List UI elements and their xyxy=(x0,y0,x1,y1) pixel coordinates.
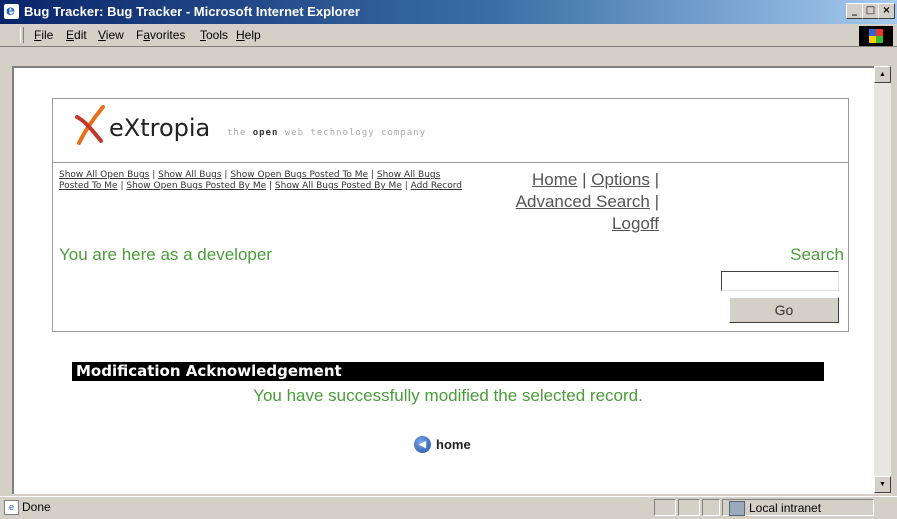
minimize-button[interactable]: _ xyxy=(846,3,863,19)
security-zone-label: Local intranet xyxy=(749,501,822,515)
extropia-x-logo-icon xyxy=(75,105,105,145)
menu-edit[interactable]: Edit xyxy=(66,28,87,42)
logo-text: eXtropia xyxy=(109,114,211,142)
go-button[interactable]: Go xyxy=(729,297,839,323)
menu-view[interactable]: View xyxy=(98,28,124,42)
acknowledgement-message: You have successfully modified the selec… xyxy=(253,386,643,405)
link-add-record[interactable]: Add Record xyxy=(411,181,462,191)
link-logoff[interactable]: Logoff xyxy=(612,214,659,233)
local-intranet-icon xyxy=(729,501,745,516)
search-label: Search xyxy=(790,245,844,264)
scroll-up-arrow-icon[interactable]: ▲ xyxy=(874,66,891,83)
page-viewport: eXtropia the open web technology company… xyxy=(12,66,874,494)
page-done-icon: e xyxy=(4,500,19,515)
windows-logo-throbber xyxy=(859,26,893,46)
security-zone: Local intranet xyxy=(722,499,874,516)
link-show-open-bugs-posted-by-me[interactable]: Show Open Bugs Posted By Me xyxy=(126,181,266,191)
back-arrow-icon[interactable]: ◀ xyxy=(414,436,431,453)
tagline: the open web technology company xyxy=(227,128,426,138)
menu-favorites[interactable]: Favorites xyxy=(136,28,185,42)
status-text: Done xyxy=(22,500,51,514)
home-link-label[interactable]: home xyxy=(436,437,471,452)
vertical-scrollbar[interactable]: ▲ ▼ xyxy=(874,66,891,494)
status-cell-progress xyxy=(654,499,676,516)
link-advanced-search[interactable]: Advanced Search xyxy=(516,192,650,211)
link-home[interactable]: Home xyxy=(532,170,577,189)
logo-banner: eXtropia the open web technology company xyxy=(53,99,848,163)
acknowledgement-heading: Modification Acknowledgement xyxy=(72,362,824,381)
toolbar-grip[interactable] xyxy=(20,27,24,43)
main-nav-links: Home | Options | Advanced Search | Logof… xyxy=(515,170,659,233)
link-show-open-bugs-posted-to-me[interactable]: Show Open Bugs Posted To Me xyxy=(230,170,368,180)
app-header-panel: eXtropia the open web technology company… xyxy=(52,98,849,332)
link-options[interactable]: Options xyxy=(591,170,650,189)
menu-file[interactable]: File xyxy=(34,28,53,42)
internet-explorer-icon[interactable]: e xyxy=(4,3,19,19)
scroll-down-arrow-icon[interactable]: ▼ xyxy=(874,476,891,493)
menu-bar: File Edit View Favorites Tools Help xyxy=(0,24,897,47)
status-cell-secure xyxy=(678,499,700,516)
window-title: Bug Tracker: Bug Tracker - Microsoft Int… xyxy=(24,4,360,19)
link-show-all-bugs-posted-by-me[interactable]: Show All Bugs Posted By Me xyxy=(275,181,402,191)
menu-tools[interactable]: Tools xyxy=(200,28,228,42)
bug-filter-links: Show All Open Bugs | Show All Bugs | Sho… xyxy=(59,170,462,191)
search-input[interactable] xyxy=(721,271,839,291)
status-bar: e Done Local intranet xyxy=(0,496,897,519)
title-bar: e Bug Tracker: Bug Tracker - Microsoft I… xyxy=(0,0,897,24)
link-show-all-open-bugs[interactable]: Show All Open Bugs xyxy=(59,170,149,180)
link-show-all-bugs[interactable]: Show All Bugs xyxy=(158,170,221,180)
menu-help[interactable]: Help xyxy=(236,28,261,42)
close-button[interactable]: × xyxy=(878,3,895,19)
status-cell-blank xyxy=(702,499,720,516)
windows-flag-icon xyxy=(869,29,883,43)
maximize-button[interactable]: □ xyxy=(862,3,879,19)
role-indicator: You are here as a developer xyxy=(59,245,272,264)
